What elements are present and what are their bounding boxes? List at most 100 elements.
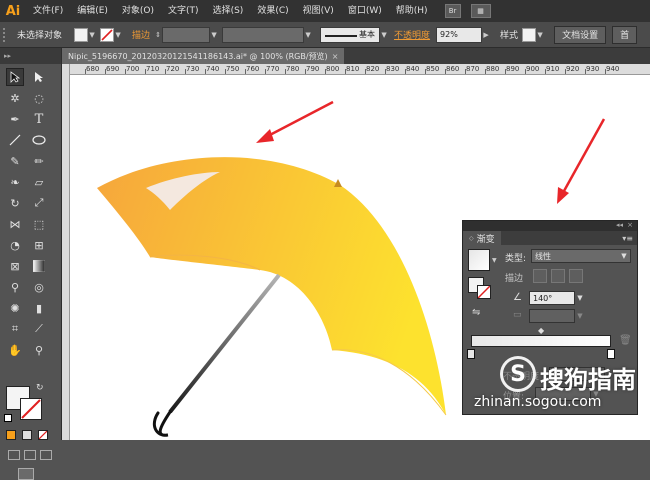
gradient-preview-swatch[interactable] <box>468 249 490 271</box>
stroke-none-swatch[interactable] <box>100 27 115 42</box>
mesh-tool-icon[interactable]: ⊠ <box>6 257 24 275</box>
document-tab[interactable]: Nipic_5196670_20120320121541186143.ai* @… <box>62 48 345 64</box>
stroke-along-icon[interactable] <box>551 269 565 283</box>
hand-tool-icon[interactable]: ✋ <box>6 341 24 359</box>
color-stop-right[interactable] <box>607 349 615 359</box>
shape-builder-tool-icon[interactable]: ◔ <box>6 236 24 254</box>
bridge-button[interactable]: Br <box>444 4 461 18</box>
perspective-grid-tool-icon[interactable]: ⊞ <box>30 236 48 254</box>
ellipse-tool-icon[interactable] <box>30 131 48 149</box>
opacity-field[interactable]: 92% <box>436 26 483 43</box>
eraser-tool-icon[interactable]: ▱ <box>30 173 48 191</box>
default-colors-icon[interactable] <box>4 414 12 422</box>
chevron-down-icon[interactable]: ▼ <box>619 249 629 263</box>
scale-tool-icon[interactable]: ⤢ <box>30 194 48 212</box>
chevron-down-icon[interactable]: ▼ <box>88 28 96 42</box>
red-arrow-head <box>256 129 274 143</box>
gradient-slider-bar[interactable] <box>471 335 611 347</box>
gradient-tab[interactable]: ◇ 渐变 <box>463 231 501 245</box>
midpoint-diamond-icon[interactable]: ◆ <box>538 326 544 335</box>
draw-behind-icon[interactable] <box>24 450 36 460</box>
chevron-down-icon[interactable]: ▼ <box>304 28 312 42</box>
gradient-mode-icon[interactable] <box>22 430 32 440</box>
paintbrush-tool-icon[interactable]: ✎ <box>6 152 24 170</box>
slice-tool-icon[interactable]: ⟋ <box>30 320 48 338</box>
menu-file[interactable]: 文件(F) <box>26 0 70 22</box>
document-settings-button[interactable]: 文档设置 <box>554 25 607 44</box>
menu-select[interactable]: 选择(S) <box>206 0 251 22</box>
chevron-down-icon[interactable]: ▼ <box>575 291 585 305</box>
width-tool-icon[interactable]: ⋈ <box>6 215 24 233</box>
chevron-down-icon[interactable]: ▼ <box>536 28 544 42</box>
color-mode-icon[interactable] <box>6 430 16 440</box>
opacity-label[interactable]: 不透明度 <box>390 28 434 41</box>
pencil-tool-icon[interactable]: ✏ <box>30 152 48 170</box>
stroke-across-icon[interactable] <box>569 269 583 283</box>
column-graph-tool-icon[interactable]: ▮ <box>30 299 48 317</box>
arrange-documents-icon[interactable]: ▦ <box>470 4 491 18</box>
chevron-down-icon[interactable]: ▼ <box>575 309 585 323</box>
chevron-down-icon[interactable]: ▼ <box>492 257 497 264</box>
fill-swatch[interactable] <box>74 27 89 42</box>
opacity-field[interactable] <box>549 367 605 381</box>
ruler-tick <box>465 69 466 74</box>
artboard-tool-icon[interactable]: ⌗ <box>6 320 24 338</box>
magic-wand-tool-icon[interactable]: ✲ <box>6 89 24 107</box>
stroke-within-icon[interactable] <box>533 269 547 283</box>
chevron-down-icon[interactable]: ▼ <box>114 28 122 42</box>
stepper-icon[interactable]: ⇕ <box>154 28 162 42</box>
menu-effect[interactable]: 效果(C) <box>250 0 295 22</box>
menu-view[interactable]: 视图(V) <box>296 0 341 22</box>
aspect-ratio-field[interactable] <box>529 309 575 323</box>
reverse-gradient-icon[interactable]: ⇋ <box>472 307 480 318</box>
menu-window[interactable]: 窗口(W) <box>341 0 389 22</box>
collapse-toggle-icon[interactable]: ◇ <box>469 235 474 242</box>
truncated-button[interactable]: 首 <box>612 25 638 44</box>
stroke-color-box[interactable] <box>20 398 42 420</box>
chevron-down-icon[interactable]: ▼ <box>210 28 218 42</box>
stroke-mini-swatch[interactable] <box>477 285 491 299</box>
menu-help[interactable]: 帮助(H) <box>389 0 435 22</box>
draw-mode-icon[interactable] <box>8 450 20 460</box>
draw-inside-icon[interactable] <box>40 450 52 460</box>
free-transform-tool-icon[interactable]: ⬚ <box>30 215 48 233</box>
color-stop-left[interactable] <box>467 349 475 359</box>
panel-menu-icon[interactable]: ▾≡ <box>622 234 633 243</box>
rotate-tool-icon[interactable]: ↻ <box>6 194 24 212</box>
direct-selection-tool-icon[interactable] <box>30 68 48 86</box>
stroke-label[interactable]: 描边 <box>128 28 154 41</box>
chevron-down-icon[interactable]: ▼ <box>380 28 388 42</box>
screen-mode-icon[interactable] <box>18 468 34 480</box>
panel-titlebar[interactable]: ◂◂ × <box>463 221 637 231</box>
variable-width-field[interactable] <box>222 26 305 43</box>
menu-type[interactable]: 文字(T) <box>161 0 206 22</box>
symbol-sprayer-tool-icon[interactable]: ✺ <box>6 299 24 317</box>
swap-fill-stroke-icon[interactable]: ↻ <box>36 383 44 393</box>
blend-tool-icon[interactable]: ◎ <box>30 278 48 296</box>
style-swatch[interactable] <box>522 27 537 42</box>
ruler-tick <box>505 69 506 74</box>
selection-tool-icon[interactable] <box>6 68 24 86</box>
close-icon[interactable]: × <box>627 221 633 229</box>
lasso-tool-icon[interactable]: ◌ <box>30 89 48 107</box>
location-field[interactable] <box>535 387 591 401</box>
chevron-down-icon[interactable]: ▼ <box>591 387 601 401</box>
type-tool-icon[interactable]: T <box>30 110 48 128</box>
eyedropper-tool-icon[interactable]: ⚲ <box>6 278 24 296</box>
chevron-right-icon[interactable]: ▶ <box>482 28 490 42</box>
angle-field[interactable]: 140° <box>529 291 575 305</box>
collapse-icon[interactable]: ◂◂ <box>616 221 623 229</box>
blob-brush-tool-icon[interactable]: ❧ <box>6 173 24 191</box>
zoom-tool-icon[interactable]: ⚲ <box>30 341 48 359</box>
close-icon[interactable]: × <box>332 52 339 61</box>
gradient-type-select[interactable]: 线性 <box>531 249 631 263</box>
stroke-weight-field[interactable] <box>162 26 211 43</box>
brush-style-field[interactable]: 基本 <box>320 26 381 43</box>
none-mode-icon[interactable] <box>38 430 48 440</box>
trash-icon[interactable]: 🗑 <box>619 335 632 346</box>
pen-tool-icon[interactable]: ✒ <box>6 110 24 128</box>
menu-edit[interactable]: 编辑(E) <box>70 0 115 22</box>
gradient-tool-icon[interactable] <box>30 257 48 275</box>
line-tool-icon[interactable] <box>6 131 24 149</box>
menu-object[interactable]: 对象(O) <box>115 0 161 22</box>
